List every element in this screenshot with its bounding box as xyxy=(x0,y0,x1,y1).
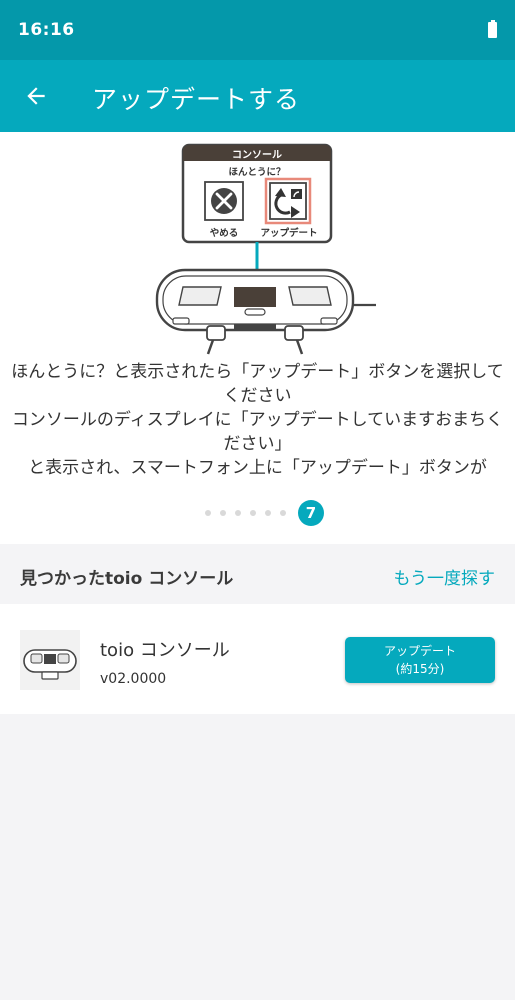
page-dot[interactable] xyxy=(220,510,226,516)
search-again-link[interactable]: もう一度探す xyxy=(394,564,496,589)
page-dot-active[interactable]: 7 xyxy=(298,500,324,526)
tutorial-panel: コンソール ほんとうに？ やめる アップデート ほんとうに？と表示されたら「アッ… xyxy=(0,132,515,544)
found-consoles-title: 見つかったtoio コンソール xyxy=(20,569,234,589)
found-consoles-header: 見つかったtoio コンソール もう一度探す xyxy=(0,544,515,604)
device-version: v02.0000 xyxy=(100,671,167,687)
page-dot[interactable] xyxy=(205,510,211,516)
tutorial-line-3: と表示され、スマートフォン上に「アップデート」ボタンが xyxy=(28,458,487,478)
tutorial-line-1: ほんとうに？と表示されたら「アップデート」ボタンを選択してください xyxy=(11,362,504,406)
tutorial-line-2: コンソールのディスプレイに「アップデートしていますおまちください」 xyxy=(11,410,504,454)
update-button-duration: (約15分) xyxy=(395,662,445,676)
cancel-label: やめる xyxy=(210,228,239,239)
arrow-left-icon xyxy=(27,87,45,105)
page-indicator: 7 xyxy=(0,500,515,526)
console-thumbnail xyxy=(20,630,80,690)
tutorial-description: ほんとうに？と表示されたら「アップデート」ボタンを選択してください コンソールの… xyxy=(10,360,505,492)
x-circle-icon xyxy=(211,188,237,214)
app-bar: アップデートする xyxy=(0,60,515,132)
status-time: 16:16 xyxy=(18,20,75,40)
page-dot[interactable] xyxy=(265,510,271,516)
status-bar: 16:16 xyxy=(0,0,515,60)
console-illustration: コンソール ほんとうに？ やめる アップデート xyxy=(155,143,376,355)
popup-question-text: ほんとうに？ xyxy=(228,167,285,178)
update-button-label: アップデート xyxy=(383,644,456,658)
page-dot[interactable] xyxy=(235,510,241,516)
update-button[interactable]: アップデート (約15分) xyxy=(345,637,495,683)
back-button[interactable] xyxy=(14,74,58,118)
device-list-item: toio コンソール v02.0000 アップデート (約15分) xyxy=(0,604,515,714)
page-dot[interactable] xyxy=(280,510,286,516)
battery-icon xyxy=(488,20,497,38)
device-name: toio コンソール xyxy=(100,640,230,661)
console-icon xyxy=(23,649,77,680)
update-label: アップデート xyxy=(260,227,317,239)
popup-header-text: コンソール xyxy=(232,150,282,161)
page-dot[interactable] xyxy=(250,510,256,516)
page-title: アップデートする xyxy=(92,85,301,114)
